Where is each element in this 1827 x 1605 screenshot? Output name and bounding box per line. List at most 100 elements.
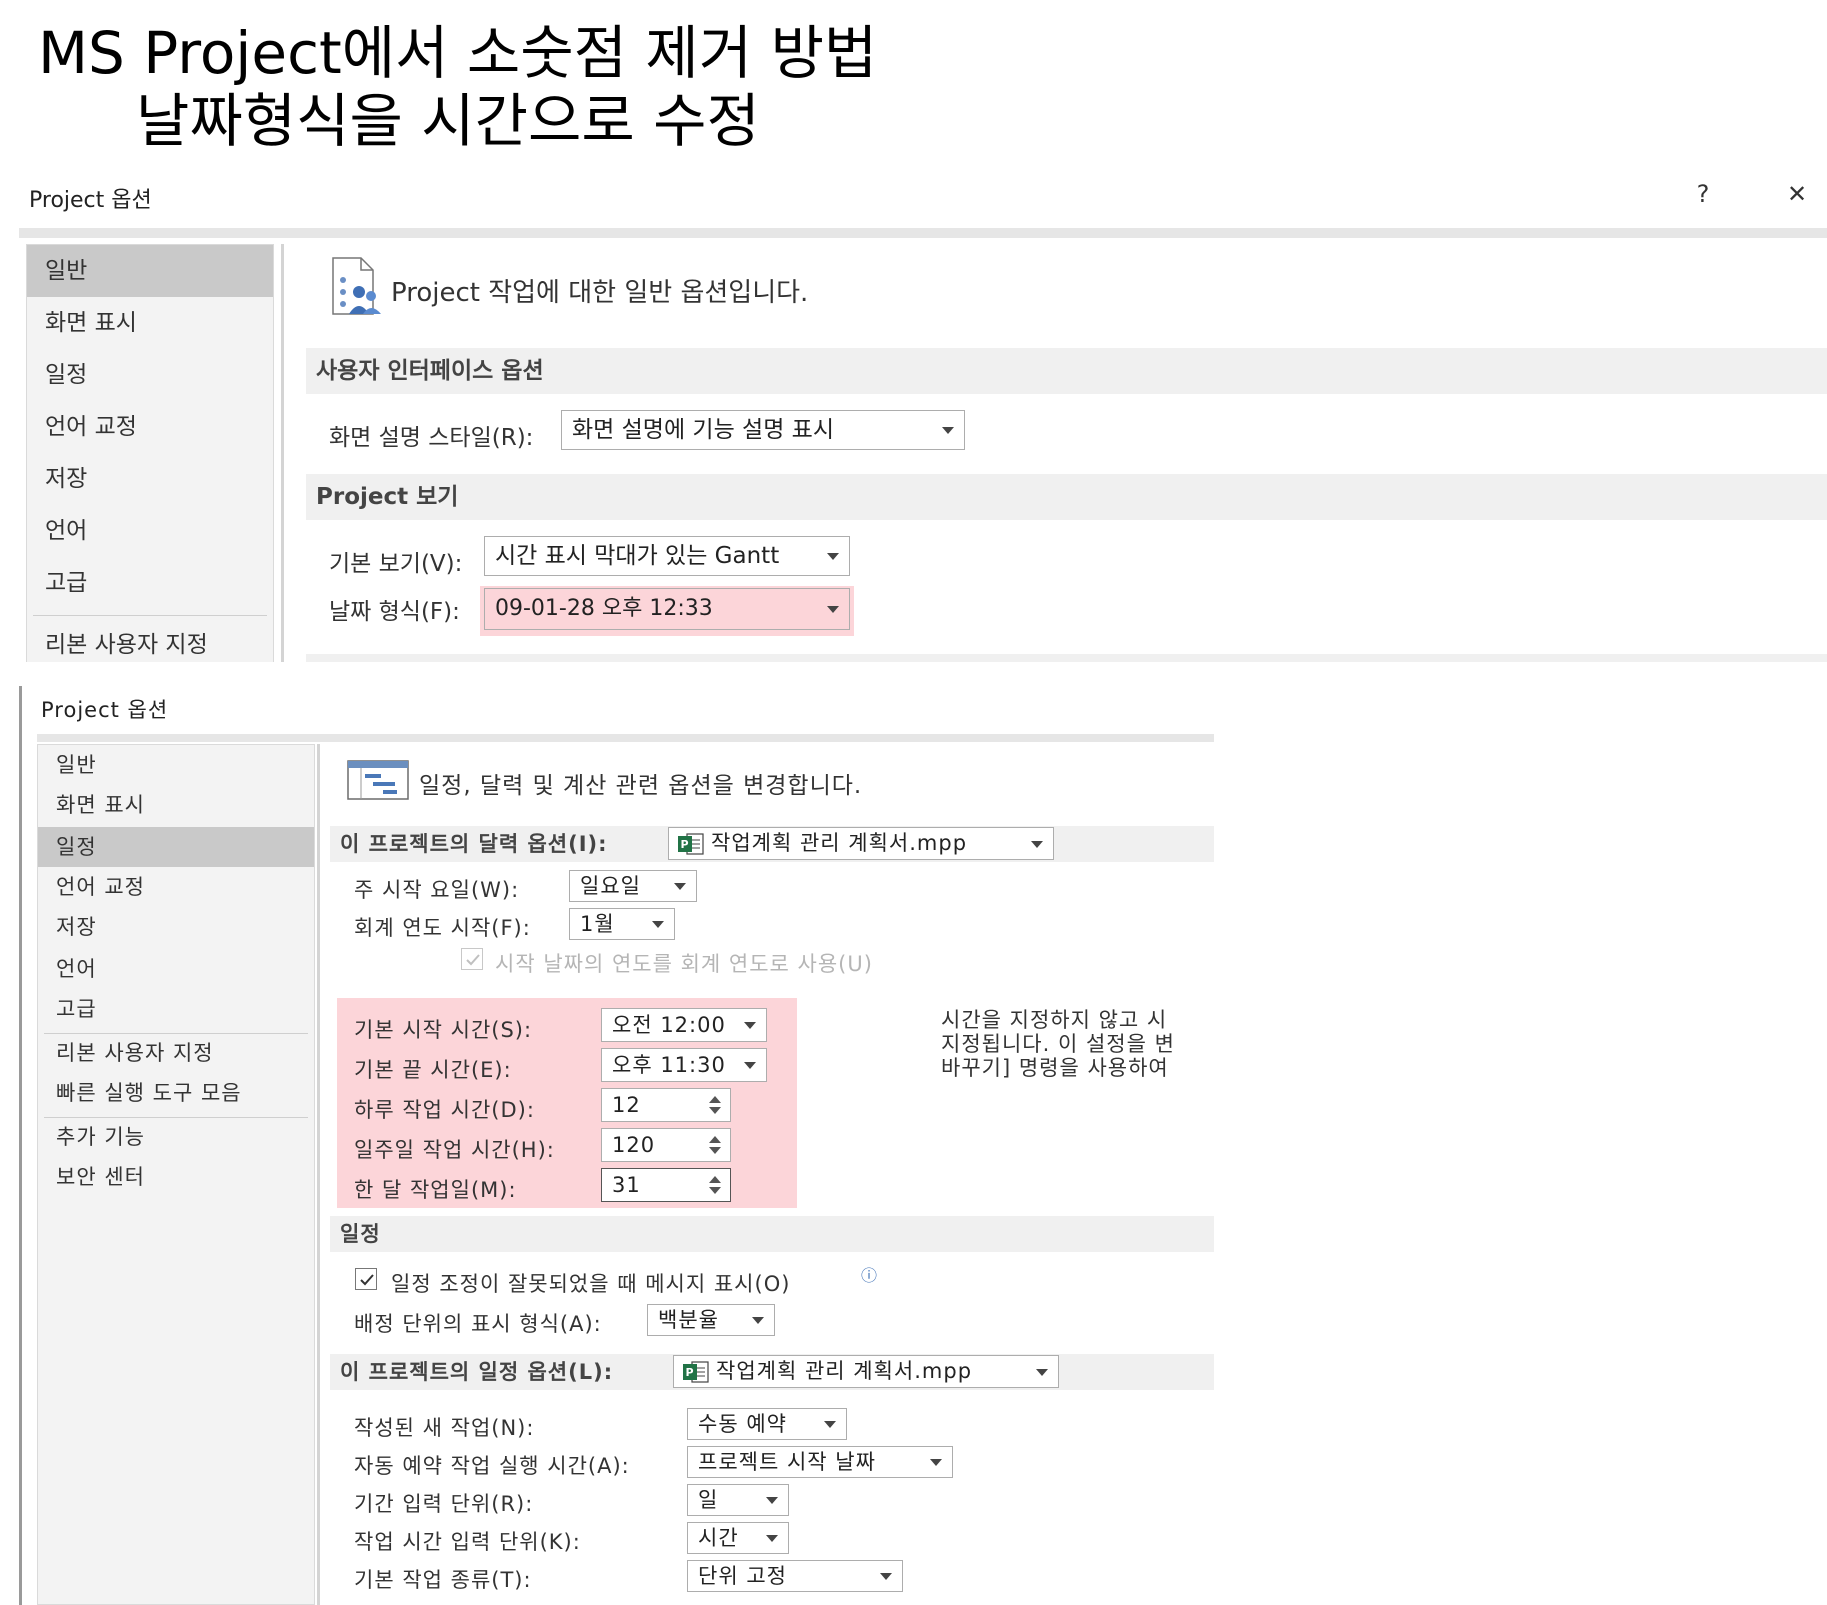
assignment-units-dropdown[interactable]: 백분율 [647, 1304, 775, 1336]
time-note-line3: 바꾸기] 명령을 사용하여 [941, 1056, 1169, 1080]
nav-item-customize-ribbon[interactable]: 리본 사용자 지정 [38, 1033, 314, 1073]
schedule-header-text: 일정, 달력 및 계산 관련 옵션을 변경합니다. [419, 773, 863, 799]
schedule-options-icon [347, 760, 409, 800]
nav-item-trust-center[interactable]: 보안 센터 [38, 1157, 314, 1197]
spin-down-icon[interactable] [709, 1187, 721, 1194]
days-per-month-label: 한 달 작업일(M): [354, 1178, 517, 1202]
spin-up-icon[interactable] [709, 1176, 721, 1183]
section-project-view: Project 보기 [306, 474, 1827, 520]
nav-item-save[interactable]: 저장 [27, 453, 273, 505]
nav-item-add-ins[interactable]: 추가 기능 [38, 1117, 314, 1157]
title-separator [37, 734, 1214, 742]
chevron-down-icon [744, 1022, 756, 1029]
show-schedule-messages-checkbox[interactable] [355, 1268, 377, 1290]
work-unit-value: 시간 [698, 1526, 739, 1550]
date-format-value: 09-01-28 오후 12:33 [495, 596, 713, 621]
nav-panel: 일반 화면 표시 일정 언어 교정 저장 언어 고급 리본 사용자 지정 빠른 … [37, 744, 315, 1605]
nav-item-display[interactable]: 화면 표시 [38, 785, 314, 825]
week-start-value: 일요일 [580, 874, 641, 898]
nav-item-customize-ribbon[interactable]: 리본 사용자 지정 [27, 619, 273, 662]
nav-item-display[interactable]: 화면 표시 [27, 297, 273, 349]
help-button[interactable]: ? [1687, 180, 1719, 208]
work-unit-label: 작업 시간 입력 단위(K): [354, 1530, 581, 1554]
checkmark-icon [466, 954, 480, 966]
use-start-year-label: 시작 날짜의 연도를 회계 연도로 사용(U) [495, 952, 873, 976]
nav-item-proofing[interactable]: 언어 교정 [27, 401, 273, 453]
slide-title-line1: MS Project에서 소숫점 제거 방법 [38, 19, 878, 87]
days-per-month-spinner[interactable]: 31 [601, 1168, 731, 1202]
nav-separator [33, 615, 267, 616]
project-options-dialog-schedule: Project 옵션 일반 화면 표시 일정 언어 교정 저장 언어 고급 리본… [19, 686, 1214, 1605]
nav-item-general[interactable]: 일반 [38, 745, 314, 785]
general-header-text: Project 작업에 대한 일반 옵션입니다. [391, 278, 809, 308]
default-start-time-label: 기본 시작 시간(S): [354, 1018, 533, 1042]
week-start-label: 주 시작 요일(W): [354, 878, 520, 902]
show-schedule-messages-label: 일정 조정이 잘못되었을 때 메시지 표시(O) [391, 1272, 791, 1296]
default-view-dropdown[interactable]: 시간 표시 막대가 있는 Gantt [484, 536, 850, 576]
assignment-units-label: 배정 단위의 표시 형식(A): [354, 1312, 602, 1336]
days-per-month-value: 31 [612, 1173, 641, 1197]
date-format-dropdown[interactable]: 09-01-28 오후 12:33 [484, 588, 850, 630]
nav-item-language[interactable]: 언어 [38, 949, 314, 989]
svg-text:P: P [680, 838, 689, 851]
nav-panel: 일반 화면 표시 일정 언어 교정 저장 언어 고급 리본 사용자 지정 [26, 244, 274, 662]
default-view-label: 기본 보기(V): [329, 551, 463, 577]
auto-tasks-dropdown[interactable]: 프로젝트 시작 날짜 [687, 1446, 953, 1478]
new-tasks-dropdown[interactable]: 수동 예약 [687, 1408, 847, 1440]
duration-unit-value: 일 [698, 1488, 719, 1512]
spin-down-icon[interactable] [709, 1107, 721, 1114]
fiscal-year-dropdown[interactable]: 1월 [569, 908, 675, 940]
week-start-dropdown[interactable]: 일요일 [569, 870, 697, 902]
tooltip-style-label: 화면 설명 스타일(R): [329, 425, 534, 451]
nav-item-save[interactable]: 저장 [38, 907, 314, 947]
auto-tasks-label: 자동 예약 작업 실행 시간(A): [354, 1454, 630, 1478]
nav-item-general[interactable]: 일반 [27, 245, 273, 297]
general-options-icon [329, 256, 383, 318]
spin-up-icon[interactable] [709, 1136, 721, 1143]
fiscal-year-value: 1월 [580, 912, 615, 936]
schedule-project-dropdown[interactable]: P 작업계획 관리 계획서.mpp [673, 1355, 1059, 1388]
nav-item-schedule[interactable]: 일정 [38, 827, 314, 867]
work-unit-dropdown[interactable]: 시간 [687, 1522, 789, 1554]
task-type-value: 단위 고정 [698, 1564, 787, 1588]
nav-item-advanced[interactable]: 고급 [27, 557, 273, 609]
calendar-project-dropdown[interactable]: P 작업계획 관리 계획서.mpp [668, 827, 1054, 860]
project-file-icon: P [678, 833, 704, 855]
default-end-time-value: 오후 11:30 [612, 1053, 726, 1077]
close-button[interactable]: ✕ [1779, 180, 1815, 208]
chevron-down-icon [880, 1573, 892, 1580]
duration-unit-label: 기간 입력 단위(R): [354, 1492, 534, 1516]
nav-item-language[interactable]: 언어 [27, 505, 273, 557]
section-schedule: 일정 [330, 1216, 1214, 1252]
project-file-icon: P [683, 1361, 709, 1383]
hours-per-week-spinner[interactable]: 120 [601, 1128, 731, 1162]
dialog-title: Project 옵션 [41, 698, 169, 722]
default-start-time-dropdown[interactable]: 오전 12:00 [601, 1008, 767, 1042]
chevron-down-icon [766, 1535, 778, 1542]
auto-tasks-value: 프로젝트 시작 날짜 [698, 1450, 876, 1474]
fiscal-year-label: 회계 연도 시작(F): [354, 916, 531, 940]
schedule-project-file: 작업계획 관리 계획서.mpp [716, 1359, 973, 1383]
nav-item-schedule[interactable]: 일정 [27, 349, 273, 401]
nav-item-proofing[interactable]: 언어 교정 [38, 867, 314, 907]
calendar-project-file: 작업계획 관리 계획서.mpp [711, 831, 968, 855]
task-type-dropdown[interactable]: 단위 고정 [687, 1560, 903, 1592]
chevron-down-icon [1036, 1368, 1048, 1376]
nav-item-advanced[interactable]: 고급 [38, 989, 314, 1029]
spin-up-icon[interactable] [709, 1096, 721, 1103]
nav-item-quick-access-toolbar[interactable]: 빠른 실행 도구 모음 [38, 1073, 314, 1113]
hours-per-day-spinner[interactable]: 12 [601, 1088, 731, 1122]
info-icon[interactable]: ⓘ [861, 1262, 878, 1286]
chevron-down-icon [674, 883, 686, 890]
hours-per-day-value: 12 [612, 1093, 641, 1117]
chevron-down-icon [766, 1497, 778, 1504]
use-start-year-checkbox[interactable] [461, 948, 483, 970]
section-ui-options: 사용자 인터페이스 옵션 [306, 348, 1827, 394]
tooltip-style-dropdown[interactable]: 화면 설명에 기능 설명 표시 [561, 410, 965, 450]
default-end-time-dropdown[interactable]: 오후 11:30 [601, 1048, 767, 1082]
slide-title-line2: 날짜형식을 시간으로 수정 [136, 87, 760, 155]
spin-down-icon[interactable] [709, 1147, 721, 1154]
window-left-edge [19, 686, 22, 1605]
title-separator [19, 228, 1827, 238]
duration-unit-dropdown[interactable]: 일 [687, 1484, 789, 1516]
